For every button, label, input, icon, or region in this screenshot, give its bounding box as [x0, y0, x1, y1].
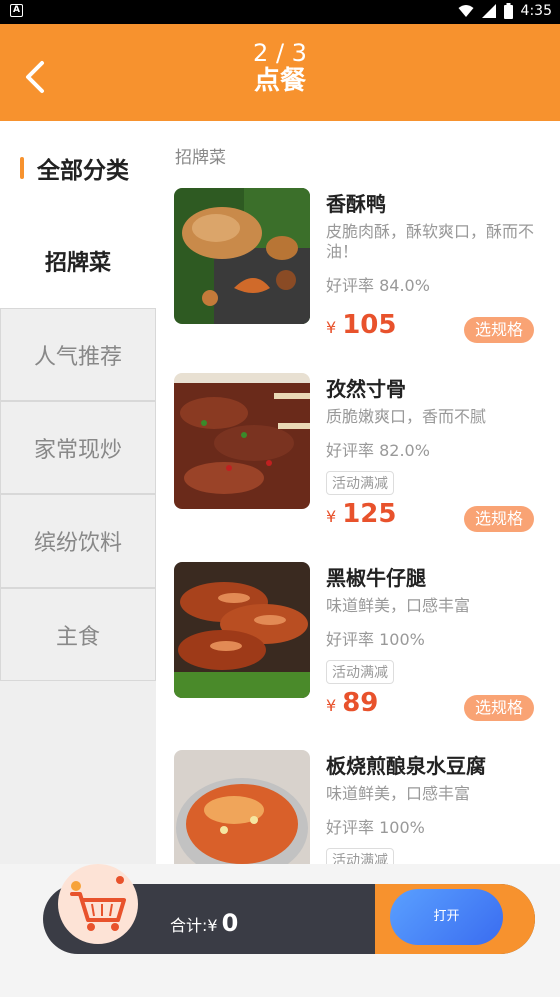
dish-name: 黑椒牛仔腿	[326, 566, 426, 590]
sidebar-item-label: 人气推荐	[33, 344, 122, 370]
total-label: 合计:¥	[170, 916, 218, 935]
sidebar-item-label: 主食	[55, 624, 100, 650]
dish-item[interactable]: 黑椒牛仔腿 味道鲜美，口感丰富 好评率 100% 活动满减 ¥89 选规格	[156, 562, 560, 750]
cart-area: 合计:¥ 0 打开	[0, 864, 560, 997]
shopping-cart-icon[interactable]	[58, 864, 138, 944]
app-notification-icon: A	[10, 4, 23, 17]
select-spec-button[interactable]: 选规格	[464, 317, 534, 343]
open-cart-button[interactable]: 打开	[390, 889, 503, 945]
total-value: 0	[221, 909, 239, 937]
dish-rating: 好评率 100%	[326, 630, 425, 649]
all-categories-label: 全部分类	[37, 158, 129, 184]
promo-tag: 活动满减	[326, 848, 394, 864]
dish-name: 板烧煎酿泉水豆腐	[326, 754, 486, 778]
dish-price: ¥89	[326, 688, 378, 718]
sidebar-item-homestyle[interactable]: 家常现炒	[0, 401, 156, 494]
promo-tag: 活动满减	[326, 471, 394, 495]
dish-image	[174, 750, 310, 864]
dish-item[interactable]: 孜然寸骨 质脆嫩爽口，香而不腻 好评率 82.0% 活动满减 ¥125 选规格	[156, 373, 560, 561]
wifi-icon	[458, 4, 474, 18]
dish-image	[174, 373, 310, 509]
accent-bar	[20, 157, 24, 179]
dish-rating: 好评率 100%	[326, 818, 425, 837]
price-value: 125	[342, 499, 397, 529]
status-bar: A 4:35	[0, 0, 560, 24]
battery-icon	[503, 3, 513, 19]
page-indicator: 2 / 3	[253, 39, 307, 67]
dish-item[interactable]: 香酥鸭 皮脆肉酥，酥软爽口，酥而不油！ 好评率 84.0% ¥105 选规格	[156, 188, 560, 376]
sidebar-item-popular[interactable]: 人气推荐	[0, 308, 156, 401]
page-title: 点餐	[253, 66, 306, 96]
sidebar-item-drinks[interactable]: 缤纷饮料	[0, 494, 156, 588]
signal-icon	[481, 4, 496, 18]
status-time: 4:35	[520, 3, 552, 19]
dish-item[interactable]: 板烧煎酿泉水豆腐 味道鲜美，口感丰富 好评率 100% 活动满减	[156, 750, 560, 864]
sidebar-item-staples[interactable]: 主食	[0, 588, 156, 681]
dish-rating: 好评率 84.0%	[326, 276, 430, 295]
currency-symbol: ¥	[326, 507, 337, 526]
promo-tag: 活动满减	[326, 660, 394, 684]
price-value: 89	[342, 688, 379, 718]
dish-name: 香酥鸭	[326, 192, 386, 216]
dish-image	[174, 562, 310, 698]
sidebar-item-label: 家常现炒	[33, 437, 122, 463]
dish-description: 皮脆肉酥，酥软爽口，酥而不油！	[326, 222, 535, 261]
dish-description: 味道鲜美，口感丰富	[326, 784, 471, 803]
dish-price: ¥125	[326, 499, 396, 529]
sidebar-item-signature[interactable]: 招牌菜	[0, 214, 156, 308]
sidebar-item-label: 缤纷饮料	[33, 531, 122, 556]
select-spec-button[interactable]: 选规格	[464, 506, 534, 532]
dish-image	[174, 188, 310, 324]
category-sidebar: 全部分类 招牌菜 人气推荐 家常现炒 缤纷饮料 主食	[0, 121, 156, 864]
price-value: 105	[342, 310, 397, 340]
sidebar-item-label: 招牌菜	[44, 251, 111, 276]
dish-price: ¥105	[326, 310, 396, 340]
section-title: 招牌菜	[175, 148, 226, 168]
currency-symbol: ¥	[326, 696, 337, 715]
dish-list: 招牌菜 香酥鸭 皮脆肉酥，酥软爽口，酥而不油！ 好评率 84.0% ¥105 选…	[156, 121, 560, 864]
dish-name: 孜然寸骨	[326, 377, 406, 401]
dish-description: 味道鲜美，口感丰富	[326, 596, 471, 615]
dish-rating: 好评率 82.0%	[326, 441, 430, 460]
all-categories-header: 全部分类	[0, 121, 156, 214]
dish-description: 质脆嫩爽口，香而不腻	[326, 407, 487, 426]
currency-symbol: ¥	[326, 318, 337, 337]
select-spec-button[interactable]: 选规格	[464, 695, 534, 721]
header: 2 / 3 点餐	[0, 24, 560, 121]
cart-total: 合计:¥ 0	[170, 909, 238, 937]
